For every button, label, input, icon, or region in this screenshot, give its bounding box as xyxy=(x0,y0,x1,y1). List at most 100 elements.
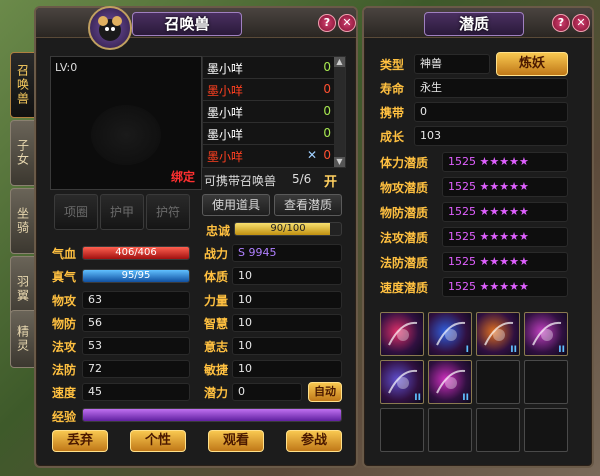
stat-value: 63 xyxy=(82,291,190,309)
discard-button[interactable]: 丢弃 xyxy=(52,430,108,452)
aptitude-stars: ★★★★★ xyxy=(479,180,529,193)
stat-label: 物攻 xyxy=(52,294,77,308)
tab-pet[interactable]: 召唤兽 xyxy=(10,52,36,118)
collar-slot[interactable]: 项圈 xyxy=(54,194,98,230)
tab-children[interactable]: 子女 xyxy=(10,120,36,186)
aptitude-label: 法防潜质 xyxy=(380,256,429,270)
aptitude-label: 物攻潜质 xyxy=(380,181,429,195)
aptitude-stars: ★★★★★ xyxy=(479,255,529,268)
stat-value: 10 xyxy=(232,337,342,355)
pet-panel: 召唤兽 ? ✕ LV:0 绑定 墨小咩 0 墨小咩 0 墨小咩 0 墨小咩 0 墨小咩 ✕… xyxy=(34,6,358,468)
battle-swords-icon: ✕ xyxy=(306,148,317,162)
carry-level-label: 携带 xyxy=(380,106,405,120)
carry-open-button[interactable]: 开 xyxy=(324,171,337,190)
stat-value: 10 xyxy=(232,360,342,378)
stat-label: 体质 xyxy=(204,270,229,284)
potential-value: 0 xyxy=(232,383,302,401)
blue-slash-skill-icon[interactable]: I xyxy=(428,312,472,356)
amulet-slot[interactable]: 护符 xyxy=(146,194,190,230)
exp-label: 经验 xyxy=(52,410,77,424)
aptitude-label: 速度潜质 xyxy=(380,281,429,295)
refine-button[interactable]: 炼妖 xyxy=(496,52,568,76)
empty-skill-slot[interactable] xyxy=(428,408,472,452)
pet-level: LV:0 xyxy=(55,61,78,74)
stat-label: 力量 xyxy=(204,294,229,308)
tab-spirit[interactable]: 精灵 xyxy=(10,310,36,368)
pet-shadow xyxy=(91,105,161,165)
growth-label: 成长 xyxy=(380,130,405,144)
aptitude-stars: ★★★★★ xyxy=(479,230,529,243)
stat-label: 法攻 xyxy=(52,340,77,354)
skill-tier-tag: II xyxy=(462,393,469,403)
stat-value: 10 xyxy=(232,314,342,332)
potential-panel-title: 潜质 xyxy=(424,12,524,36)
purple-swirl-skill-icon[interactable]: II xyxy=(524,312,568,356)
hp-label: 气血 xyxy=(52,247,77,261)
help-button[interactable]: ? xyxy=(552,14,570,32)
stat-label: 法防 xyxy=(52,363,77,377)
type-label: 类型 xyxy=(380,58,405,72)
carry-value: 5/6 xyxy=(292,172,312,186)
loyalty-bar: 90/100 xyxy=(234,222,342,236)
personality-button[interactable]: 个性 xyxy=(130,430,186,452)
pet-panel-title: 召唤兽 xyxy=(132,12,242,36)
stat-value: 53 xyxy=(82,337,190,355)
list-item[interactable]: 墨小咩 0 xyxy=(203,79,335,101)
pink-comet-skill-icon[interactable] xyxy=(380,312,424,356)
help-button[interactable]: ? xyxy=(318,14,336,32)
exp-bar xyxy=(82,408,342,422)
empty-skill-slot[interactable] xyxy=(524,408,568,452)
combat-power-value: S 9945 xyxy=(232,244,342,262)
stat-value: 56 xyxy=(82,314,190,332)
pet-list-scrollbar[interactable]: ▲ ▼ xyxy=(334,57,345,167)
close-button[interactable]: ✕ xyxy=(572,14,590,32)
tab-mount[interactable]: 坐骑 xyxy=(10,188,36,254)
stat-label: 意志 xyxy=(204,340,229,354)
stat-label: 速度 xyxy=(52,386,77,400)
pet-preview: LV:0 绑定 xyxy=(50,56,202,190)
aptitude-label: 体力潜质 xyxy=(380,156,429,170)
fire-figure-skill-icon[interactable]: II xyxy=(476,312,520,356)
purple-rune-skill-icon[interactable]: II xyxy=(380,360,424,404)
join-battle-button[interactable]: 参战 xyxy=(286,430,342,452)
pet-list: 墨小咩 0 墨小咩 0 墨小咩 0 墨小咩 0 墨小咩 ✕ 0 ▲ ▼ xyxy=(202,56,346,168)
life-label: 寿命 xyxy=(380,82,405,96)
stat-label: 物防 xyxy=(52,317,77,331)
scroll-down-icon[interactable]: ▼ xyxy=(334,157,345,167)
list-item[interactable]: 墨小咩 ✕ 0 xyxy=(203,145,335,167)
skill-tier-tag: I xyxy=(465,345,469,355)
aptitude-stars: ★★★★★ xyxy=(479,205,529,218)
aptitude-label: 物防潜质 xyxy=(380,206,429,220)
scroll-up-icon[interactable]: ▲ xyxy=(334,57,345,67)
stat-value: 72 xyxy=(82,360,190,378)
empty-skill-slot[interactable] xyxy=(476,360,520,404)
aptitude-value: 1525 ★★★★★ xyxy=(442,177,568,197)
stat-value: 45 xyxy=(82,383,190,401)
type-value: 神兽 xyxy=(414,54,490,74)
stat-label: 战力 xyxy=(204,247,229,261)
lightning-skill-icon[interactable]: II xyxy=(428,360,472,404)
growth-value: 103 xyxy=(414,126,568,146)
auto-allocate-button[interactable]: 自动 xyxy=(308,382,342,402)
view-potential-button[interactable]: 查看潜质 xyxy=(274,194,342,216)
loyalty-label: 忠诚 xyxy=(206,224,231,238)
skill-tier-tag: II xyxy=(414,393,421,403)
watch-button[interactable]: 观看 xyxy=(208,430,264,452)
list-item[interactable]: 墨小咩 0 xyxy=(203,57,335,79)
use-item-button[interactable]: 使用道具 xyxy=(202,194,270,216)
skill-tier-tag: II xyxy=(510,345,517,355)
empty-skill-slot[interactable] xyxy=(380,408,424,452)
stat-value: 10 xyxy=(232,267,342,285)
aptitude-label: 法攻潜质 xyxy=(380,231,429,245)
stat-label: 潜力 xyxy=(204,386,229,400)
pet-avatar-icon xyxy=(88,6,132,50)
mp-label: 真气 xyxy=(52,270,77,284)
armor-slot[interactable]: 护甲 xyxy=(100,194,144,230)
close-button[interactable]: ✕ xyxy=(338,14,356,32)
empty-skill-slot[interactable] xyxy=(476,408,520,452)
empty-skill-slot[interactable] xyxy=(524,360,568,404)
list-item[interactable]: 墨小咩 0 xyxy=(203,101,335,123)
stat-label: 敏捷 xyxy=(204,363,229,377)
list-item[interactable]: 墨小咩 0 xyxy=(203,123,335,145)
stat-value: 10 xyxy=(232,291,342,309)
